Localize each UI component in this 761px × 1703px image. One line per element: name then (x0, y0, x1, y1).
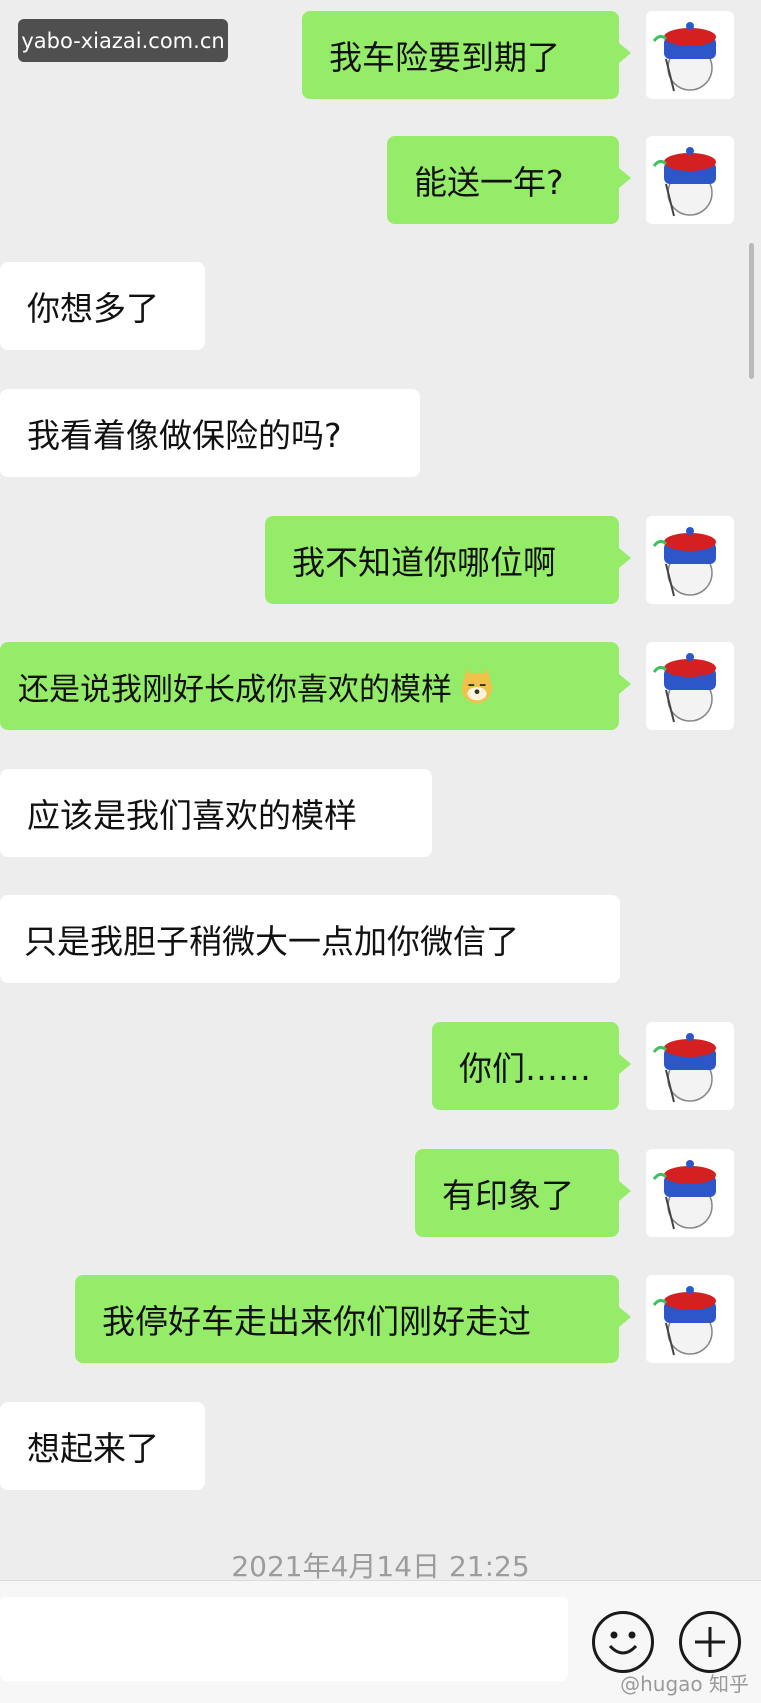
message-input[interactable] (0, 1597, 568, 1681)
message-text: 我不知道你哪位啊 (292, 543, 556, 582)
message-bubble[interactable]: 只是我胆子稍微大一点加你微信了 (0, 895, 620, 983)
message-incoming: 你想多了 (0, 262, 205, 350)
message-bubble[interactable]: 还是说我刚好长成你喜欢的模样 (0, 642, 631, 730)
message-text: 你想多了 (27, 289, 159, 328)
message-bubble[interactable]: 能送一年? (387, 136, 631, 224)
message-outgoing: 还是说我刚好长成你喜欢的模样 (0, 642, 631, 730)
message-incoming: 我看着像做保险的吗? (0, 389, 420, 477)
avatar[interactable] (646, 1022, 734, 1110)
message-text: 想起来了 (27, 1429, 159, 1468)
avatar[interactable] (646, 1149, 734, 1237)
message-text: 能送一年? (414, 163, 564, 202)
doge-emoji-icon (461, 668, 493, 704)
timestamp: 2021年4月14日 21:25 (231, 1550, 530, 1583)
message-bubble[interactable]: 我车险要到期了 (302, 11, 631, 99)
qing-hat-avatar-icon (652, 22, 716, 92)
message-outgoing: 你们…… (432, 1022, 631, 1110)
qing-hat-avatar-icon (652, 1160, 716, 1230)
source-credit: @hugao 知乎 (620, 1672, 749, 1696)
avatar[interactable] (646, 516, 734, 604)
more-button[interactable] (679, 1611, 741, 1673)
message-incoming: 只是我胆子稍微大一点加你微信了 (0, 895, 620, 983)
message-text: 我停好车走出来你们刚好走过 (102, 1302, 531, 1341)
message-bubble[interactable]: 你们…… (432, 1022, 631, 1110)
message-incoming: 想起来了 (0, 1402, 205, 1490)
message-text: 我看着像做保险的吗? (27, 416, 342, 455)
emoji-button[interactable] (592, 1611, 654, 1673)
input-bar: @hugao 知乎 (0, 1580, 761, 1703)
message-outgoing: 能送一年? (387, 136, 631, 224)
qing-hat-avatar-icon (652, 147, 716, 217)
message-outgoing: 我停好车走出来你们刚好走过 (75, 1275, 631, 1363)
scrollbar[interactable] (749, 243, 754, 379)
message-bubble[interactable]: 我不知道你哪位啊 (265, 516, 631, 604)
message-text: 我车险要到期了 (329, 38, 560, 77)
message-text: 应该是我们喜欢的模样 (27, 796, 357, 835)
site-watermark: yabo-xiazai.com.cn (18, 19, 228, 62)
smile-icon (608, 1631, 638, 1655)
message-text: 你们…… (459, 1049, 591, 1088)
qing-hat-avatar-icon (652, 1286, 716, 1356)
message-bubble[interactable]: 想起来了 (0, 1402, 205, 1490)
qing-hat-avatar-icon (652, 653, 716, 723)
message-outgoing: 有印象了 (415, 1149, 631, 1237)
message-bubble[interactable]: 我停好车走出来你们刚好走过 (75, 1275, 631, 1363)
message-bubble[interactable]: 有印象了 (415, 1149, 631, 1237)
message-incoming: 应该是我们喜欢的模样 (0, 769, 432, 857)
avatar[interactable] (646, 1275, 734, 1363)
plus-icon (695, 1627, 725, 1657)
message-bubble[interactable]: 应该是我们喜欢的模样 (0, 769, 432, 857)
message-bubble[interactable]: 我看着像做保险的吗? (0, 389, 420, 477)
qing-hat-avatar-icon (652, 1033, 716, 1103)
qing-hat-avatar-icon (652, 527, 716, 597)
avatar[interactable] (646, 11, 734, 99)
avatar[interactable] (646, 136, 734, 224)
message-outgoing: 我车险要到期了 (302, 11, 631, 99)
message-bubble[interactable]: 你想多了 (0, 262, 205, 350)
message-text: 还是说我刚好长成你喜欢的模样 (18, 671, 452, 708)
chat-area: 我车险要到期了 能送一年? 你想多了 我看着像做保险的吗? 我不知道你哪位啊 还… (0, 0, 761, 1583)
message-text: 只是我胆子稍微大一点加你微信了 (24, 922, 519, 961)
message-outgoing: 我不知道你哪位啊 (265, 516, 631, 604)
avatar[interactable] (646, 642, 734, 730)
message-text: 有印象了 (442, 1176, 574, 1215)
